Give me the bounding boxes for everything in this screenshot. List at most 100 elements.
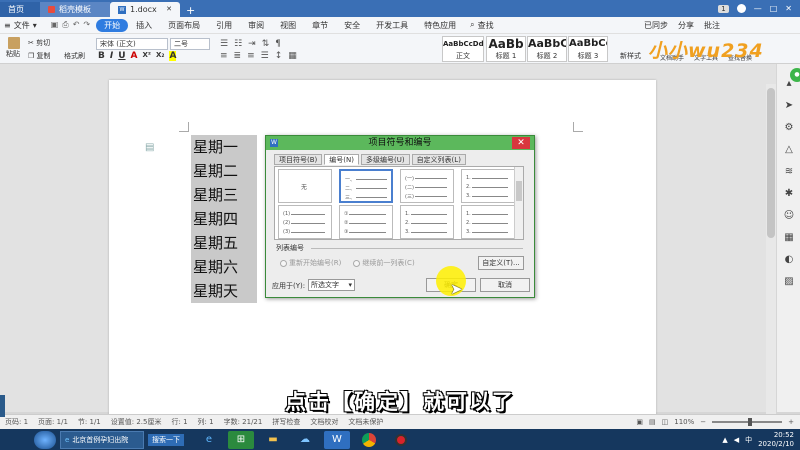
numbering-option[interactable]: (1) (2) (3) [278,205,332,239]
comment-button[interactable]: 批注 [704,20,720,31]
maximize-icon[interactable]: □ [770,4,778,13]
status-word-count[interactable]: 字数: 21/21 [219,417,268,427]
numbering-option[interactable]: 无 [278,169,332,203]
bullets-icon[interactable]: ☰ [220,39,228,49]
style-heading-3[interactable]: AaBbCc 标题 3 [568,36,608,62]
undo-icon[interactable]: ↶ [73,20,80,30]
customize-button[interactable]: 自定义(T)... [478,256,524,270]
gallery-scroll-thumb[interactable] [516,181,522,201]
shading-icon[interactable]: ▦ [288,51,297,61]
apply-to-select[interactable]: 所选文字 ▾ [308,279,355,291]
dialog-close-icon[interactable]: ✕ [512,137,530,149]
subscript-button[interactable]: X₂ [156,51,164,61]
menu-item-chapter[interactable]: 章节 [304,20,336,31]
numbering-option[interactable]: 1. 2. 3. [461,169,515,203]
network-icon[interactable]: ▲ [722,436,727,444]
superscript-button[interactable]: X² [143,51,151,61]
settings-icon[interactable]: ✱ [783,188,795,200]
proofread-button[interactable]: 文档校对 [305,417,343,427]
menu-item-features[interactable]: 特色应用 [416,20,464,31]
font-size-select[interactable]: 二号 [170,38,210,50]
notification-icon[interactable]: ● [790,68,800,82]
input-language[interactable]: 中 [745,435,752,445]
numbering-option[interactable]: ① ② ③ [339,205,393,239]
sort-icon[interactable]: ⇅ [262,39,270,49]
new-style-button[interactable]: 新样式 [620,51,641,61]
tab-template[interactable]: 稻壳模板 [40,2,110,17]
tab-document[interactable]: W 1.docx ✕ [110,2,180,17]
chrome-icon[interactable] [356,431,382,449]
view-icon[interactable]: ▣ [636,418,643,426]
print-icon[interactable]: ⎙ [62,20,68,30]
cut-button[interactable]: ✂ 剪切 [28,38,50,48]
continue-list-radio[interactable]: 继续前一列表(C) [353,258,415,268]
shape-icon[interactable]: △ [783,144,795,156]
format-painter-button[interactable]: 格式刷 [64,51,85,61]
close-icon[interactable]: ✕ [166,2,172,17]
zoom-in-icon[interactable]: + [788,418,794,426]
sync-button[interactable]: 已同步 [644,20,668,31]
share-button[interactable]: 分享 [678,20,694,31]
menu-item-security[interactable]: 安全 [336,20,368,31]
volume-icon[interactable]: ◀ [734,436,739,444]
menu-item-home[interactable]: 开始 [96,18,129,32]
paste-button[interactable]: 粘贴 [6,37,20,59]
new-tab-icon[interactable]: + [180,4,201,17]
clock[interactable]: 20:52 2020/2/10 [758,431,794,449]
zoom-slider-knob[interactable] [748,418,753,426]
tab-home[interactable]: 首页 [0,2,40,17]
style-heading-1[interactable]: AaBb 标题 1 [486,36,526,62]
layout-icon[interactable]: ▤ [649,418,656,426]
window-close-icon[interactable]: ✕ [785,4,792,13]
chart-icon[interactable]: ▨ [783,276,795,288]
italic-button[interactable]: I [110,51,113,61]
underline-button[interactable]: U [118,51,125,61]
redo-icon[interactable]: ↷ [83,20,90,30]
file-menu[interactable]: ≡ 文件 ▾ [0,20,45,31]
tab-multilevel[interactable]: 多级编号(U) [360,154,410,165]
numbering-option[interactable]: 一、 二、 三、 [339,169,393,203]
restart-numbering-radio[interactable]: 重新开始编号(R) [280,258,341,268]
save-icon[interactable]: ▣ [51,20,59,30]
start-button[interactable] [34,430,56,449]
highlight-button[interactable]: A [169,51,177,61]
show-marks-icon[interactable]: ¶ [275,39,281,49]
menu-item-insert[interactable]: 插入 [128,20,160,31]
browser-icon[interactable]: e [196,431,222,449]
numbering-option[interactable]: 1. 2. 3. [400,205,454,239]
table-icon[interactable]: ▦ [783,232,795,244]
minimize-icon[interactable]: — [754,4,762,13]
cancel-button[interactable]: 取消 [480,278,530,292]
menu-item-review[interactable]: 审阅 [240,20,272,31]
wps-writer-icon[interactable]: W [324,430,350,449]
align-left-icon[interactable]: ≡ [220,51,228,61]
cloud-icon[interactable]: ☁ [292,431,318,449]
font-name-select[interactable]: 宋体 (正文) [96,38,168,50]
taskbar-search-button[interactable]: 搜索一下 [148,433,184,446]
spell-check-button[interactable]: 拼写检查 [267,417,305,427]
numbering-option[interactable]: (一) (二) (三) [400,169,454,203]
pointer-icon[interactable]: ➤ [783,100,795,112]
avatar[interactable] [736,4,746,13]
web-view-icon[interactable]: ◫ [662,418,669,426]
store-icon[interactable]: ⊞ [228,430,254,449]
record-icon[interactable] [388,431,414,449]
selected-text-block[interactable]: 星期一 星期二 星期三 星期四 星期五 星期六 星期天 [191,135,257,303]
zoom-slider[interactable] [712,418,783,426]
zoom-out-icon[interactable]: − [700,418,706,426]
protect-status[interactable]: 文档未保护 [343,417,388,427]
theme-icon[interactable]: ◐ [783,254,795,266]
justify-icon[interactable]: ☰ [261,51,269,61]
tab-bullets[interactable]: 项目符号(B) [274,154,323,165]
tab-numbering[interactable]: 编号(N) [324,154,359,165]
font-color-button[interactable]: A [131,51,138,61]
adjust-icon[interactable]: ⚙ [783,122,795,134]
zoom-level[interactable]: 110% [674,418,694,426]
scrollbar-thumb[interactable] [767,88,775,238]
taskbar-browser-item[interactable]: e 北京首例孕妇出院 [60,430,144,449]
numbering-icon[interactable]: ☷ [234,39,242,49]
menu-item-developer[interactable]: 开发工具 [368,20,416,31]
menu-item-page-layout[interactable]: 页面布局 [160,20,208,31]
style-heading-2[interactable]: AaBbC 标题 2 [527,36,567,62]
tab-custom-list[interactable]: 自定义列表(L) [411,154,466,165]
